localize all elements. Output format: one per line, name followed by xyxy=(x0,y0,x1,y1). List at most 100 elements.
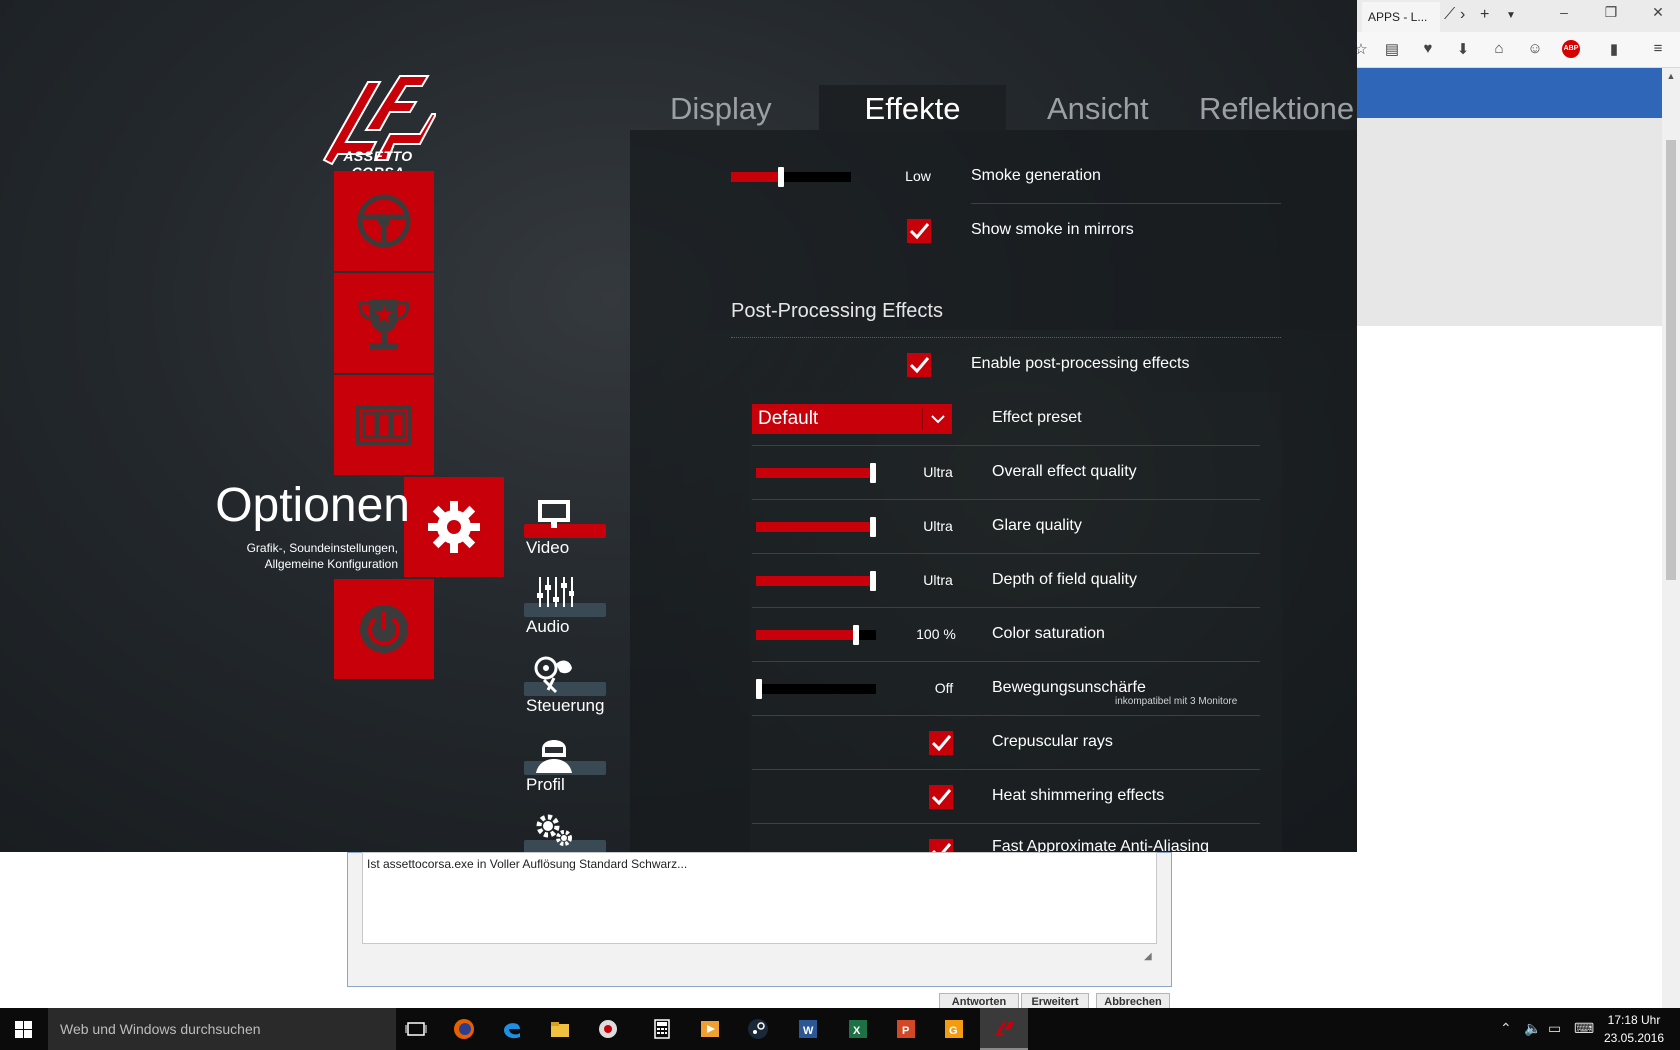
replay-menu-tile[interactable] xyxy=(334,375,434,475)
browser-toolbar xyxy=(1356,32,1680,68)
slider-knob[interactable] xyxy=(870,463,876,483)
setting-value: Off xyxy=(934,680,954,696)
smoke-mirrors-checkbox[interactable] xyxy=(907,219,931,243)
browser-scrollbar[interactable]: ▲ xyxy=(1662,68,1680,1008)
clock-date[interactable]: 23.05.2016 xyxy=(1594,1031,1674,1045)
adblock-icon[interactable]: ABP xyxy=(1562,40,1580,58)
explorer-icon xyxy=(551,1022,569,1037)
trophy-icon xyxy=(358,299,410,349)
slider-knob[interactable] xyxy=(778,167,785,187)
word-taskbar-button[interactable]: W xyxy=(784,1008,832,1050)
restore-icon[interactable]: ❐ xyxy=(1597,4,1625,21)
heat-shimmering-checkbox[interactable] xyxy=(929,785,953,809)
tab-list-icon[interactable]: ▼ xyxy=(1506,10,1516,21)
taskbar-search[interactable]: Web und Windows durchsuchen xyxy=(48,1008,396,1050)
media-taskbar-button[interactable] xyxy=(686,1008,734,1050)
power-icon xyxy=(360,605,408,653)
drive-menu-tile[interactable] xyxy=(334,171,434,271)
new-tab-icon[interactable]: + xyxy=(1480,6,1489,24)
app-taskbar-button[interactable] xyxy=(584,1008,632,1050)
browser-tab[interactable]: APPS - L... xyxy=(1362,2,1440,32)
slider-knob[interactable] xyxy=(852,625,859,645)
pocket-icon[interactable]: ♥ xyxy=(1418,40,1438,57)
checkmark-icon xyxy=(931,789,952,806)
slider-fill xyxy=(756,630,856,640)
close-icon[interactable]: ✕ xyxy=(1644,4,1672,21)
tab-scroll-right-icon[interactable]: › xyxy=(1460,6,1465,24)
excel-taskbar-button[interactable]: X xyxy=(834,1008,882,1050)
quit-menu-tile[interactable] xyxy=(334,579,434,679)
enable-post-checkbox[interactable] xyxy=(907,353,931,377)
checkmark-icon xyxy=(931,735,952,752)
steam-icon xyxy=(748,1019,768,1039)
setting-label: Effect preset xyxy=(992,409,1082,426)
notification-icon[interactable]: ▭ xyxy=(1548,1020,1561,1037)
slider-fill xyxy=(756,522,876,532)
home-icon[interactable]: ⌂ xyxy=(1489,40,1509,57)
setting-label: Overall effect quality xyxy=(992,463,1137,480)
setting-row-dof-quality: Ultra Depth of field quality xyxy=(752,554,1260,608)
calculator-taskbar-button[interactable] xyxy=(638,1008,686,1050)
tab-reflektionen[interactable]: Reflektione xyxy=(1199,85,1357,131)
keyboard-icon[interactable]: ⌨ xyxy=(1574,1020,1594,1037)
powerpoint-taskbar-button[interactable]: P xyxy=(882,1008,930,1050)
setting-value: Ultra xyxy=(923,518,953,534)
fxaa-checkbox[interactable] xyxy=(929,839,953,852)
svg-text:P: P xyxy=(902,1025,909,1037)
edge-taskbar-button[interactable] xyxy=(488,1008,536,1050)
setting-row-effect-preset: Effect preset xyxy=(752,392,1260,446)
tab-display[interactable]: Display xyxy=(670,85,780,131)
section-title: Optionen xyxy=(215,479,410,532)
glare-quality-slider[interactable] xyxy=(756,517,876,537)
setting-value: Low xyxy=(905,168,931,184)
volume-icon[interactable]: 🔈 xyxy=(1524,1020,1541,1037)
motion-blur-slider[interactable] xyxy=(756,679,876,699)
page-header-bar xyxy=(1356,68,1662,118)
reader-icon[interactable]: ▤ xyxy=(1382,40,1402,58)
setting-row-color-saturation: 100 % Color saturation xyxy=(752,608,1260,662)
reply-textarea[interactable]: Ist assettocorsa.exe in Voller Auflösung… xyxy=(362,852,1157,944)
scroll-thumb[interactable] xyxy=(1666,140,1676,580)
download-icon[interactable]: ⬇ xyxy=(1453,40,1473,58)
slider-knob[interactable] xyxy=(870,517,876,537)
tab-ansicht[interactable]: Ansicht xyxy=(1047,85,1157,131)
setting-label: Smoke generation xyxy=(971,167,1101,184)
menu-icon[interactable]: ≡ xyxy=(1648,40,1668,57)
smoke-generation-slider[interactable] xyxy=(731,167,851,187)
tab-effekte[interactable]: Effekte xyxy=(819,85,1006,131)
slider-knob[interactable] xyxy=(756,679,762,699)
svg-text:W: W xyxy=(803,1025,814,1037)
scroll-up-icon[interactable]: ▲ xyxy=(1662,68,1680,84)
assetto-corsa-taskbar-button[interactable] xyxy=(980,1008,1028,1050)
bookmark-icon[interactable]: ▮ xyxy=(1604,40,1624,58)
setting-value: Ultra xyxy=(923,464,953,480)
explorer-taskbar-button[interactable] xyxy=(536,1008,584,1050)
crepuscular-rays-checkbox[interactable] xyxy=(929,731,953,755)
start-button[interactable] xyxy=(0,1008,48,1050)
calculator-icon xyxy=(654,1019,670,1039)
checkmark-icon xyxy=(909,223,930,240)
setting-row-motion-blur: Off Bewegungsunschärfe inkompatibel mit … xyxy=(752,662,1260,716)
search-placeholder: Web und Windows durchsuchen xyxy=(60,1021,261,1037)
dof-quality-slider[interactable] xyxy=(756,571,876,591)
g-app-icon: G xyxy=(945,1020,963,1038)
options-menu-tile[interactable] xyxy=(404,477,504,577)
g-app-taskbar-button[interactable]: G xyxy=(930,1008,978,1050)
task-view-button[interactable] xyxy=(392,1008,440,1050)
championship-menu-tile[interactable] xyxy=(334,273,434,373)
slider-knob[interactable] xyxy=(870,571,876,591)
firefox-taskbar-button[interactable] xyxy=(440,1008,488,1050)
resize-grip-icon[interactable]: ◢ xyxy=(1144,951,1152,962)
tray-expand-icon[interactable]: ⌃ xyxy=(1500,1020,1512,1037)
steering-wheel-icon xyxy=(357,194,411,248)
overall-quality-slider[interactable] xyxy=(756,463,876,483)
clock-time[interactable]: 17:18 Uhr xyxy=(1594,1013,1674,1027)
emoji-icon[interactable]: ☺ xyxy=(1525,40,1545,57)
setting-row-fxaa: Fast Approximate Anti-Aliasing xyxy=(752,824,1260,852)
color-saturation-slider[interactable] xyxy=(756,625,876,645)
setting-row-smoke-mirrors: Show smoke in mirrors xyxy=(731,204,1281,258)
steam-taskbar-button[interactable] xyxy=(734,1008,782,1050)
minimize-icon[interactable]: – xyxy=(1550,4,1578,20)
browser-tab-label: APPS - L... xyxy=(1368,10,1428,24)
windows-logo-icon xyxy=(15,1021,32,1038)
